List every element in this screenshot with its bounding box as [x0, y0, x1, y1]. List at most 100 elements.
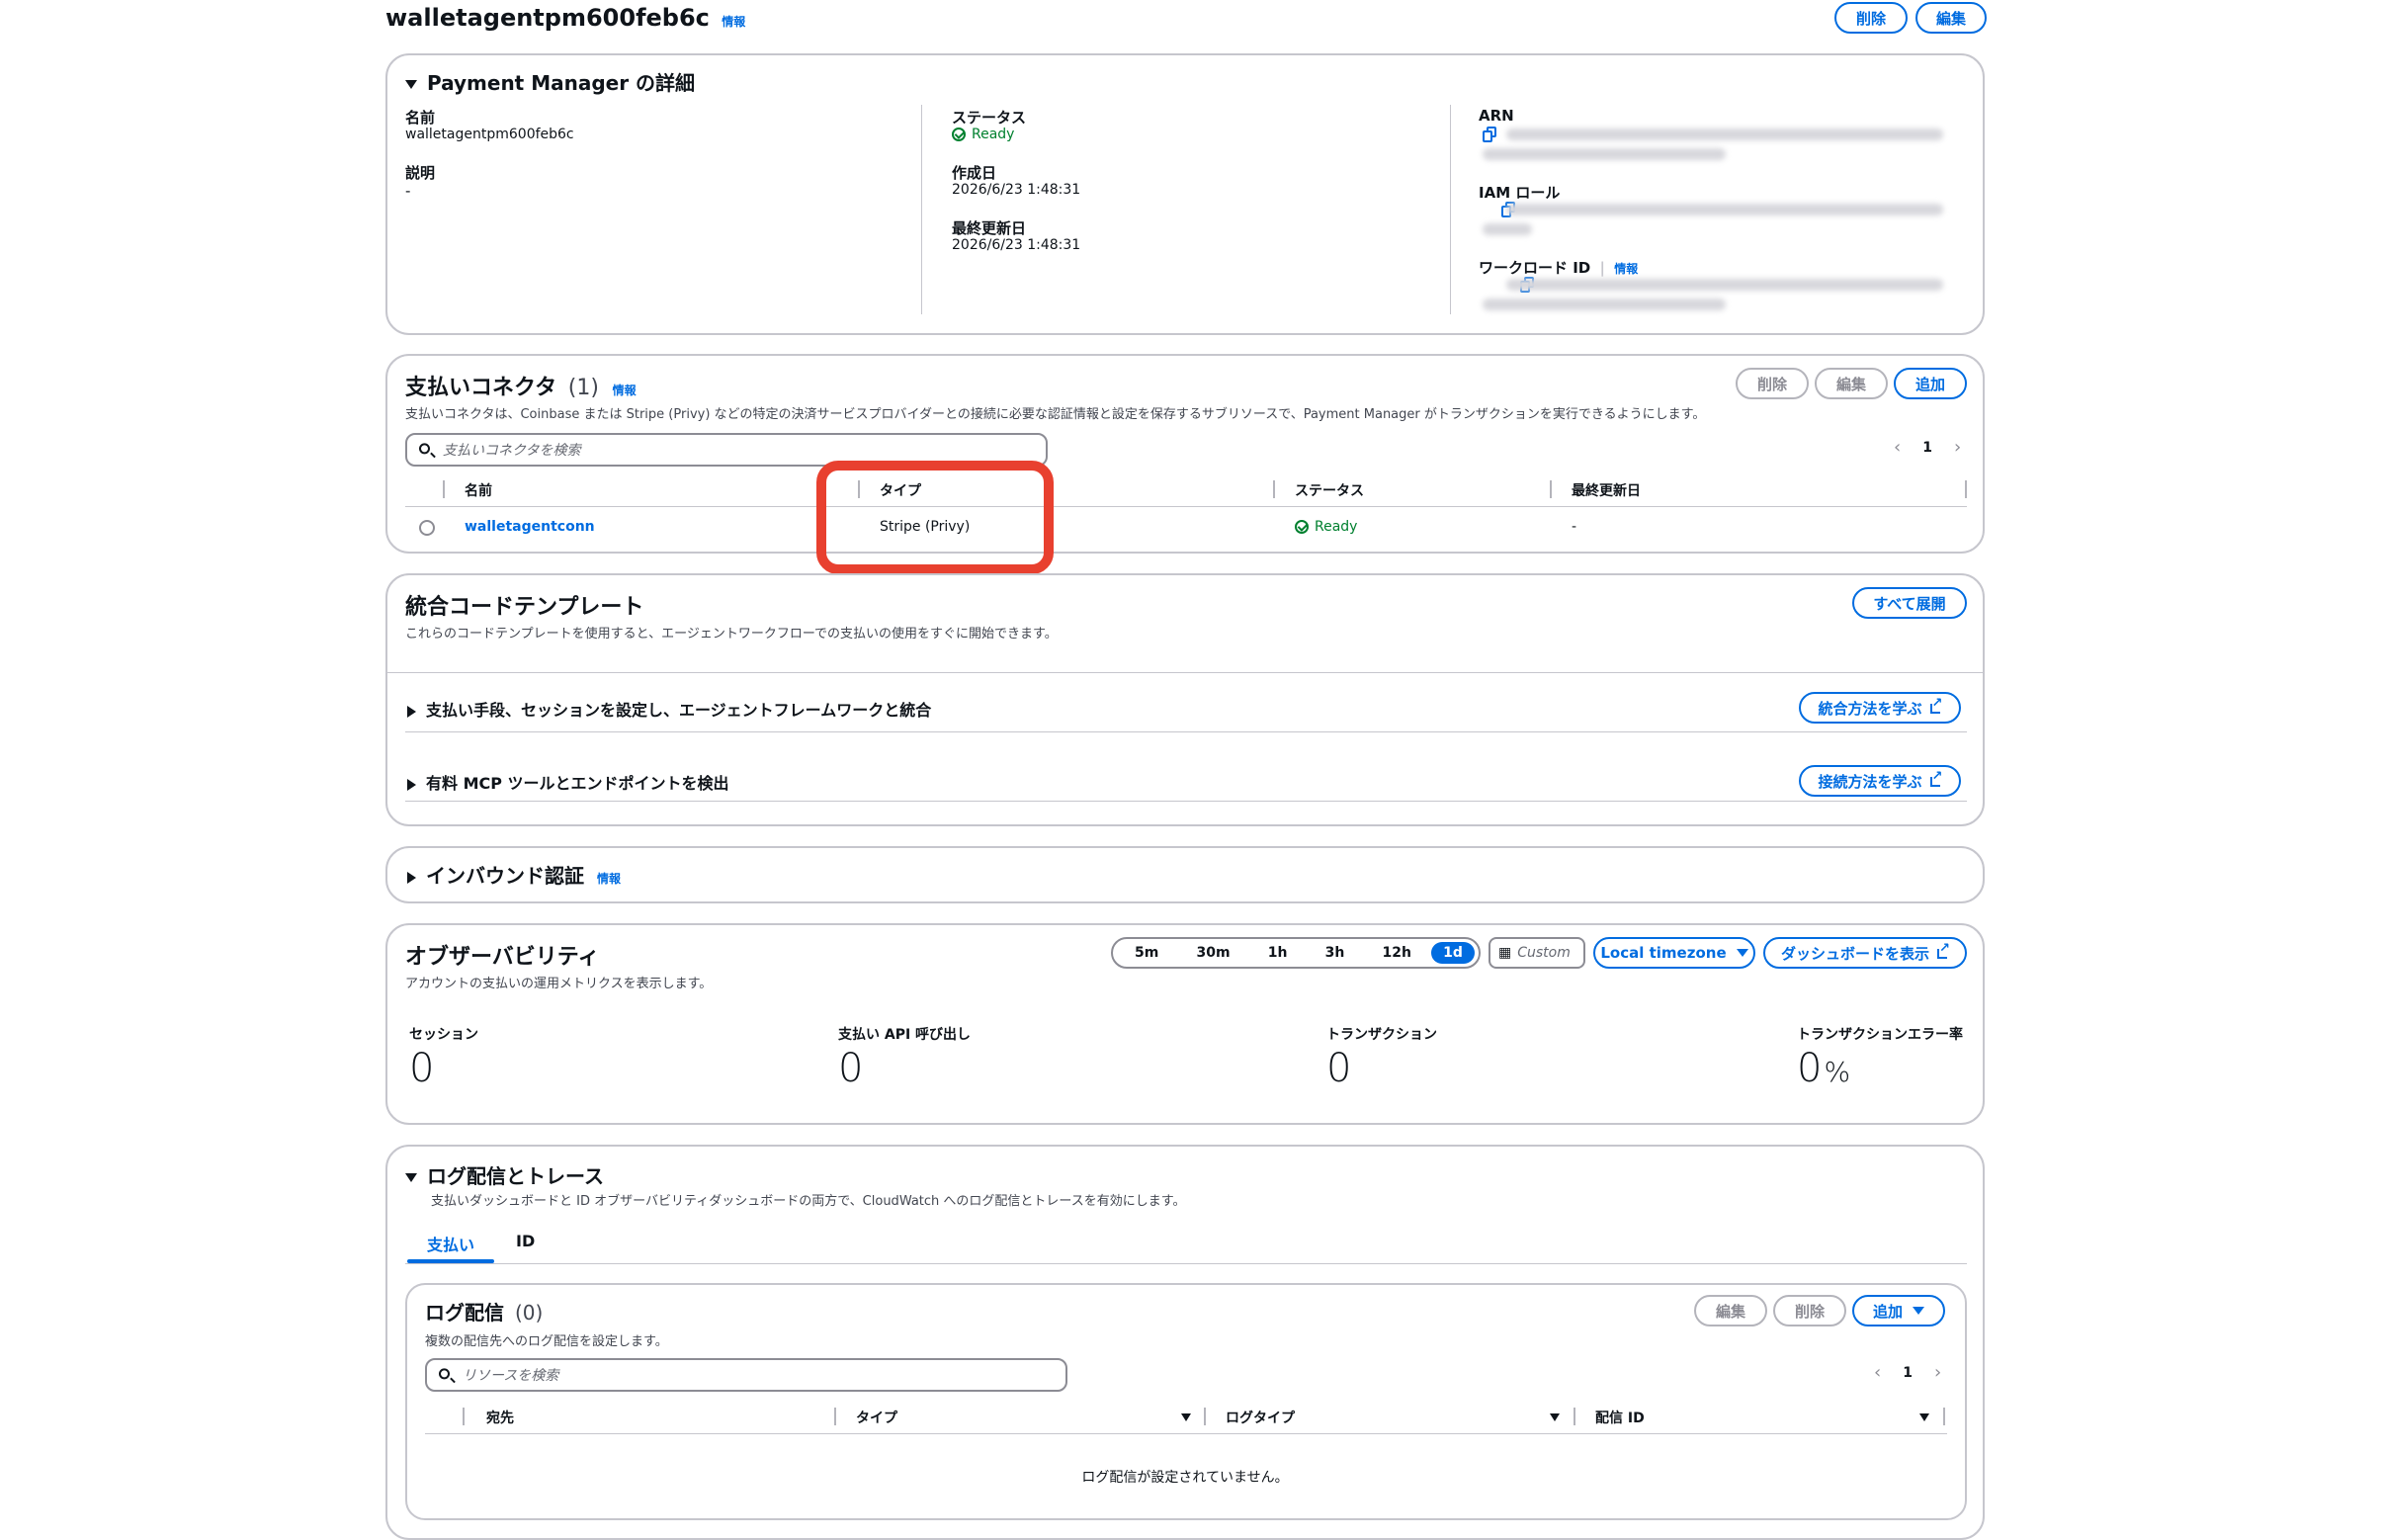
- log-search-input[interactable]: リソースを検索: [425, 1358, 1067, 1392]
- log-add-dropdown[interactable]: 追加: [1852, 1295, 1945, 1326]
- log-col-destination[interactable]: 宛先: [486, 1408, 514, 1427]
- copy-icon[interactable]: [1483, 127, 1496, 142]
- col-separator: [443, 480, 445, 498]
- chevron-left-icon[interactable]: ‹: [1874, 1362, 1881, 1383]
- metric-sessions-value: 0: [409, 1046, 435, 1091]
- range-3h[interactable]: 3h: [1308, 945, 1363, 961]
- chevron-down-icon: [1913, 1307, 1924, 1315]
- range-1d[interactable]: 1d: [1431, 942, 1475, 964]
- log-delivery-title: ログ配信 (0): [425, 1301, 544, 1325]
- details-divider-1: [921, 105, 922, 314]
- external-link-icon: [1937, 941, 1950, 959]
- search-icon: [419, 443, 430, 455]
- connectors-info-link[interactable]: 情報: [613, 384, 637, 397]
- expand-caret-icon: [407, 705, 416, 718]
- page-info-link[interactable]: 情報: [722, 15, 745, 29]
- expand-caret-icon: [407, 778, 416, 791]
- connector-edit-button[interactable]: 編集: [1815, 368, 1888, 399]
- metric-error-rate-label: トランザクションエラー率: [1797, 1027, 1963, 1043]
- log-table-header-divider: [425, 1433, 1947, 1434]
- col-header-updated[interactable]: 最終更新日: [1572, 480, 1641, 500]
- inbound-auth-card[interactable]: [385, 846, 1985, 903]
- connectors-title: 支払いコネクタ (1) 情報: [405, 376, 637, 400]
- template-item-integrate[interactable]: 支払い手段、セッションを設定し、エージェントフレームワークと統合: [407, 697, 931, 721]
- external-link-icon: [1929, 769, 1942, 787]
- iam-redacted: [1506, 204, 1943, 215]
- success-check-icon: [1295, 520, 1309, 534]
- arn-redacted: [1506, 128, 1943, 140]
- templates-title: 統合コードテンプレート: [405, 595, 644, 620]
- col-separator: [1965, 480, 1967, 498]
- template-item-mcp[interactable]: 有料 MCP ツールとエンドポイントを検出: [407, 770, 729, 794]
- metric-error-rate-value: 0%: [1797, 1046, 1851, 1091]
- connector-row-radio[interactable]: [419, 520, 435, 536]
- page-title: walletagentpm600feb6c 情報: [385, 4, 746, 32]
- log-delivery-description: 複数の配信先へのログ配信を設定します。: [425, 1334, 668, 1349]
- sort-caret-icon[interactable]: [1181, 1413, 1191, 1421]
- page-delete-button[interactable]: 削除: [1834, 2, 1908, 34]
- connector-add-button[interactable]: 追加: [1894, 368, 1967, 399]
- connector-status: Ready: [1295, 519, 1357, 535]
- range-12h[interactable]: 12h: [1365, 945, 1429, 961]
- inbound-auth-title[interactable]: インバウンド認証 情報: [407, 860, 621, 889]
- created-label: 作成日: [952, 164, 997, 182]
- workload-id-label: ワークロード ID | 情報: [1479, 259, 1639, 277]
- custom-range-button[interactable]: ▦ Custom: [1489, 937, 1585, 969]
- log-delete-button[interactable]: 削除: [1773, 1295, 1846, 1326]
- learn-connect-link[interactable]: 接続方法を学ぶ: [1799, 765, 1961, 797]
- log-col-delivery-id[interactable]: 配信 ID: [1595, 1408, 1645, 1427]
- col-separator: [834, 1408, 836, 1425]
- chevron-right-icon[interactable]: ›: [1934, 1362, 1941, 1383]
- col-separator: [1550, 480, 1552, 498]
- page-edit-button[interactable]: 編集: [1915, 2, 1987, 34]
- range-1h[interactable]: 1h: [1250, 945, 1306, 961]
- tabs-divider: [405, 1263, 1967, 1264]
- connector-name-link[interactable]: walletagentconn: [465, 519, 595, 535]
- collapse-caret-icon: [405, 80, 417, 89]
- chevron-right-icon[interactable]: ›: [1954, 437, 1961, 458]
- log-edit-button[interactable]: 編集: [1694, 1295, 1767, 1326]
- connector-delete-button[interactable]: 削除: [1736, 368, 1809, 399]
- page-number[interactable]: 1: [1903, 1365, 1913, 1381]
- page-number[interactable]: 1: [1922, 440, 1932, 456]
- details-heading[interactable]: Payment Manager の詳細: [405, 67, 695, 96]
- range-30m[interactable]: 30m: [1179, 945, 1248, 961]
- col-header-name[interactable]: 名前: [465, 480, 492, 500]
- metric-transactions-label: トランザクション: [1326, 1027, 1437, 1043]
- success-check-icon: [952, 128, 966, 141]
- templates-item-divider: [405, 801, 1967, 802]
- logs-title[interactable]: ログ配信とトレース: [405, 1160, 604, 1189]
- templates-description: これらのコードテンプレートを使用すると、エージェントワークフローでの支払いの使用…: [405, 627, 1058, 642]
- col-separator: [1574, 1408, 1575, 1425]
- chevron-left-icon[interactable]: ‹: [1894, 437, 1901, 458]
- col-separator: [1943, 1408, 1945, 1425]
- sort-caret-icon[interactable]: [1550, 1413, 1560, 1421]
- templates-item-divider: [405, 731, 1967, 732]
- tab-id[interactable]: ID: [516, 1232, 535, 1250]
- metric-sessions-label: セッション: [409, 1027, 478, 1043]
- col-separator: [463, 1408, 465, 1425]
- tab-payments[interactable]: 支払い: [427, 1232, 474, 1255]
- log-col-log-type[interactable]: ログタイプ: [1226, 1408, 1295, 1427]
- iam-redacted-2: [1483, 223, 1532, 235]
- learn-integrate-link[interactable]: 統合方法を学ぶ: [1799, 692, 1961, 724]
- inbound-info-link[interactable]: 情報: [597, 872, 621, 886]
- sort-caret-icon[interactable]: [1919, 1413, 1929, 1421]
- status-value: Ready: [952, 127, 1014, 142]
- log-col-type[interactable]: タイプ: [856, 1408, 897, 1427]
- status-label: ステータス: [952, 109, 1027, 127]
- connector-updated: -: [1572, 519, 1577, 535]
- expand-all-button[interactable]: すべて展開: [1852, 587, 1967, 619]
- range-5m[interactable]: 5m: [1117, 945, 1176, 961]
- col-separator: [1273, 480, 1275, 498]
- description-value: -: [405, 182, 411, 200]
- connector-pagination: ‹ 1 ›: [1894, 437, 1961, 458]
- workload-info-link[interactable]: 情報: [1614, 262, 1638, 276]
- view-dashboard-link[interactable]: ダッシュボードを表示: [1763, 937, 1967, 969]
- time-range-selector[interactable]: 5m 30m 1h 3h 12h 1d: [1111, 937, 1481, 969]
- description-label: 説明: [405, 164, 436, 182]
- search-icon: [439, 1368, 450, 1380]
- collapse-caret-icon: [405, 1173, 417, 1182]
- col-header-status[interactable]: ステータス: [1295, 480, 1364, 500]
- timezone-dropdown[interactable]: Local timezone: [1593, 937, 1755, 969]
